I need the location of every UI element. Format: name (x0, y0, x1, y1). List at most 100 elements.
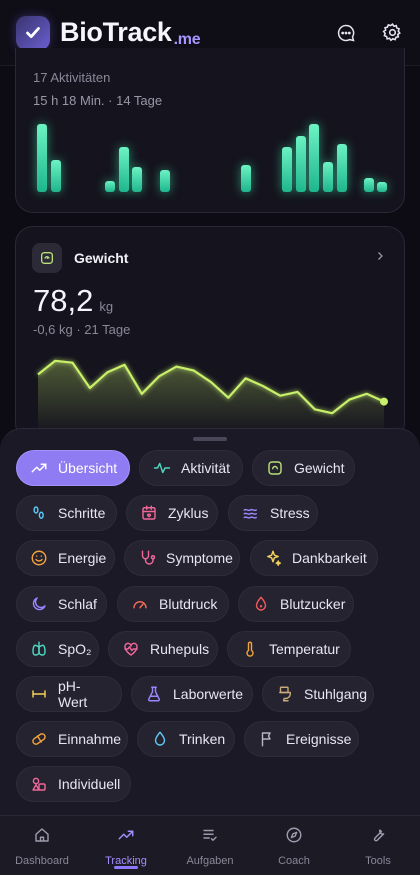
category-sheet: Übersicht Aktivität Gewicht Schritte Zyklus S… (0, 428, 420, 875)
weight-area (38, 360, 384, 429)
category-label: SpO₂ (58, 640, 92, 657)
wrench-icon (369, 826, 387, 849)
category-chip-4[interactable]: Zyklus (126, 495, 218, 532)
flag-icon (258, 730, 276, 748)
nav-item-0[interactable]: Dashboard (0, 816, 84, 875)
category-label: Zyklus (168, 505, 209, 522)
category-label: Symptome (166, 550, 233, 567)
category-label: Trinken (179, 731, 226, 748)
weight-card[interactable]: Gewicht 78,2 kg -0,6 kg · 21 Tage (15, 226, 405, 441)
category-chip-16[interactable]: Laborwerte (131, 676, 253, 712)
activity-bar (118, 147, 129, 192)
category-chip-7[interactable]: Symptome (124, 540, 240, 577)
category-label: Individuell (58, 776, 121, 793)
category-label: Stress (270, 505, 310, 522)
waves-icon (242, 504, 260, 522)
weight-delta: -0,6 kg · 21 Tage (33, 322, 131, 337)
activity-bar (241, 164, 252, 192)
chevron-right-icon[interactable] (374, 249, 386, 267)
category-chip-6[interactable]: Energie (16, 540, 115, 577)
stethoscope-icon (138, 549, 156, 567)
activity-summary: 15 h 18 Min. · 14 Tage (33, 93, 163, 108)
activity-bar (322, 161, 333, 192)
category-chip-18[interactable]: Einnahme (16, 721, 128, 758)
app-logo-icon (16, 15, 50, 50)
category-label: Aktivität (181, 460, 231, 476)
activity-bar (37, 123, 47, 192)
scale-icon (266, 459, 284, 477)
category-label: Gewicht (294, 460, 345, 476)
scale-icon (32, 243, 62, 273)
category-chip-17[interactable]: Stuhlgang (262, 676, 374, 712)
nav-item-2[interactable]: Aufgaben (168, 816, 252, 875)
activity-bar (336, 144, 347, 192)
chat-icon[interactable] (334, 21, 358, 45)
nav-label: Tools (365, 855, 391, 867)
category-chip-19[interactable]: Trinken (137, 721, 235, 758)
nav-item-1[interactable]: Tracking (84, 816, 168, 875)
activity-bar (377, 181, 388, 192)
compass-icon (285, 826, 303, 849)
category-chip-20[interactable]: Ereignisse (244, 721, 359, 758)
category-chip-2[interactable]: Gewicht (252, 450, 355, 486)
category-chip-3[interactable]: Schritte (16, 495, 117, 532)
weight-last-point (380, 397, 388, 406)
category-label: Einnahme (58, 731, 122, 748)
bottom-navigation: Dashboard Tracking Aufgaben Coach Tools (0, 815, 420, 875)
category-label: Ruhepuls (150, 640, 210, 657)
category-chip-15[interactable]: pH-Wert (16, 676, 122, 712)
category-label: Blutdruck (159, 595, 218, 612)
nav-item-3[interactable]: Coach (252, 816, 336, 875)
nav-label: Coach (278, 855, 310, 867)
toilet-icon (276, 685, 294, 703)
activity-bar (50, 159, 61, 192)
nav-label: Aufgaben (186, 855, 234, 867)
trend-up-icon (117, 826, 135, 849)
smiley-icon (30, 549, 48, 567)
category-chip-10[interactable]: Blutdruck (117, 585, 229, 622)
weight-title: Gewicht (74, 250, 129, 266)
nav-item-4[interactable]: Tools (336, 816, 420, 875)
trend-up-icon (30, 459, 48, 477)
category-label: Schlaf (58, 595, 97, 612)
activity-summary-card[interactable]: 17 Aktivitäten 15 h 18 Min. · 14 Tage (15, 48, 405, 213)
active-indicator (114, 866, 138, 869)
category-chip-0[interactable]: Übersicht (16, 450, 130, 486)
footsteps-icon (30, 504, 48, 522)
activity-bar (309, 124, 320, 192)
category-chip-12[interactable]: SpO₂ (16, 630, 99, 667)
category-chip-21[interactable]: Individuell (16, 766, 131, 803)
flask-icon (145, 685, 163, 703)
settings-gear-icon[interactable] (380, 21, 404, 45)
sheet-drag-handle[interactable] (193, 437, 227, 441)
moon-icon (30, 595, 48, 613)
drop-icon (252, 595, 270, 613)
category-label: pH-Wert (58, 678, 88, 710)
category-chip-13[interactable]: Ruhepuls (108, 630, 218, 667)
category-chip-11[interactable]: Blutzucker (238, 585, 354, 622)
category-label: Blutzucker (280, 595, 346, 612)
category-chip-9[interactable]: Schlaf (16, 585, 107, 622)
sparkles-icon (264, 549, 282, 567)
checklist-icon (201, 826, 219, 849)
category-chip-5[interactable]: Stress (228, 495, 318, 532)
home-icon (33, 826, 51, 849)
app-name: BioTrack .me (60, 17, 201, 48)
category-chip-14[interactable]: Temperatur (227, 630, 351, 667)
activity-bar (159, 170, 170, 192)
weight-value: 78,2 kg (33, 283, 114, 318)
category-label: Dankbarkeit (292, 550, 367, 567)
activity-bar (105, 181, 116, 192)
activity-bar (132, 166, 143, 192)
category-label: Laborwerte (173, 686, 244, 702)
category-chip-8[interactable]: Dankbarkeit (250, 540, 378, 577)
heart-pulse-icon (122, 640, 140, 658)
pulse-icon (153, 459, 171, 477)
category-label: Stuhlgang (304, 686, 368, 702)
ph-icon (30, 685, 48, 703)
category-chip-1[interactable]: Aktivität (139, 450, 243, 486)
shapes-icon (30, 775, 48, 793)
category-label: Ereignisse (286, 731, 352, 748)
category-label: Schritte (58, 505, 106, 522)
activity-bar-chart (34, 112, 388, 192)
